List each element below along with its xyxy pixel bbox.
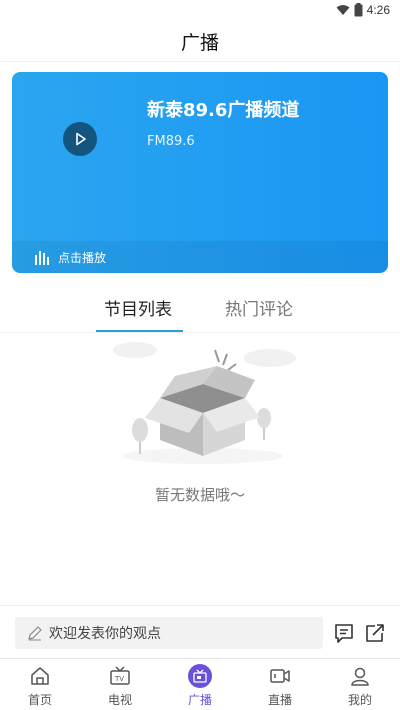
- comment-placeholder: 欢迎发表你的观点: [49, 626, 161, 642]
- svg-text:TV: TV: [114, 675, 124, 683]
- nav-tv[interactable]: TV 电视: [80, 659, 160, 710]
- nav-tv-label: 电视: [107, 693, 132, 707]
- station-name: 新泰89.6广播频道: [147, 100, 300, 121]
- share-button[interactable]: [364, 622, 386, 644]
- bottom-navigation: 首页 TV 电视 广播 直播 我的: [0, 658, 400, 710]
- page-header: 广播: [0, 22, 400, 62]
- radio-player-card: 新泰89.6广播频道 FM89.6 点击播放: [12, 72, 388, 273]
- station-frequency: FM89.6: [147, 134, 195, 149]
- tap-to-play-bar[interactable]: 点击播放: [12, 241, 388, 273]
- nav-profile-label: 我的: [347, 693, 372, 707]
- home-icon: [28, 664, 52, 688]
- share-icon: [366, 624, 384, 642]
- battery-icon: [354, 3, 363, 17]
- tab-program-list[interactable]: 节目列表: [104, 295, 172, 320]
- chat-icon: [335, 624, 353, 643]
- content-tabs: 节目列表 热门评论: [0, 287, 400, 333]
- tv-icon: TV: [108, 664, 132, 688]
- comments-button[interactable]: [333, 622, 355, 644]
- empty-box-illustration: [113, 342, 296, 464]
- nav-profile[interactable]: 我的: [320, 659, 400, 710]
- page-title: 广播: [180, 32, 219, 54]
- play-button[interactable]: [63, 122, 97, 156]
- nav-live[interactable]: 直播: [240, 659, 320, 710]
- nav-home[interactable]: 首页: [0, 659, 80, 710]
- nav-home-label: 首页: [27, 693, 52, 707]
- status-icons: 4:26: [336, 3, 390, 17]
- nav-radio-label: 广播: [187, 693, 212, 707]
- pencil-icon: [28, 626, 42, 641]
- play-icon: [76, 132, 86, 146]
- wifi-icon: [336, 5, 350, 15]
- tab-hot-comments[interactable]: 热门评论: [225, 295, 293, 320]
- audio-bars-icon: [35, 251, 49, 265]
- comment-input[interactable]: 欢迎发表你的观点: [15, 617, 323, 649]
- profile-icon: [348, 664, 372, 688]
- live-camera-icon: [268, 664, 292, 688]
- nav-live-label: 直播: [267, 693, 292, 707]
- empty-state-message: 暂无数据哦～: [154, 486, 245, 504]
- radio-active-bubble: [188, 664, 212, 688]
- status-time: 4:26: [366, 3, 390, 17]
- tap-to-play-label: 点击播放: [58, 250, 107, 265]
- nav-radio[interactable]: 广播: [160, 659, 240, 710]
- status-bar: 4:26: [0, 0, 400, 22]
- radio-icon: [188, 664, 212, 688]
- active-tab-indicator: [96, 330, 183, 332]
- comment-bar: 欢迎发表你的观点: [0, 605, 400, 657]
